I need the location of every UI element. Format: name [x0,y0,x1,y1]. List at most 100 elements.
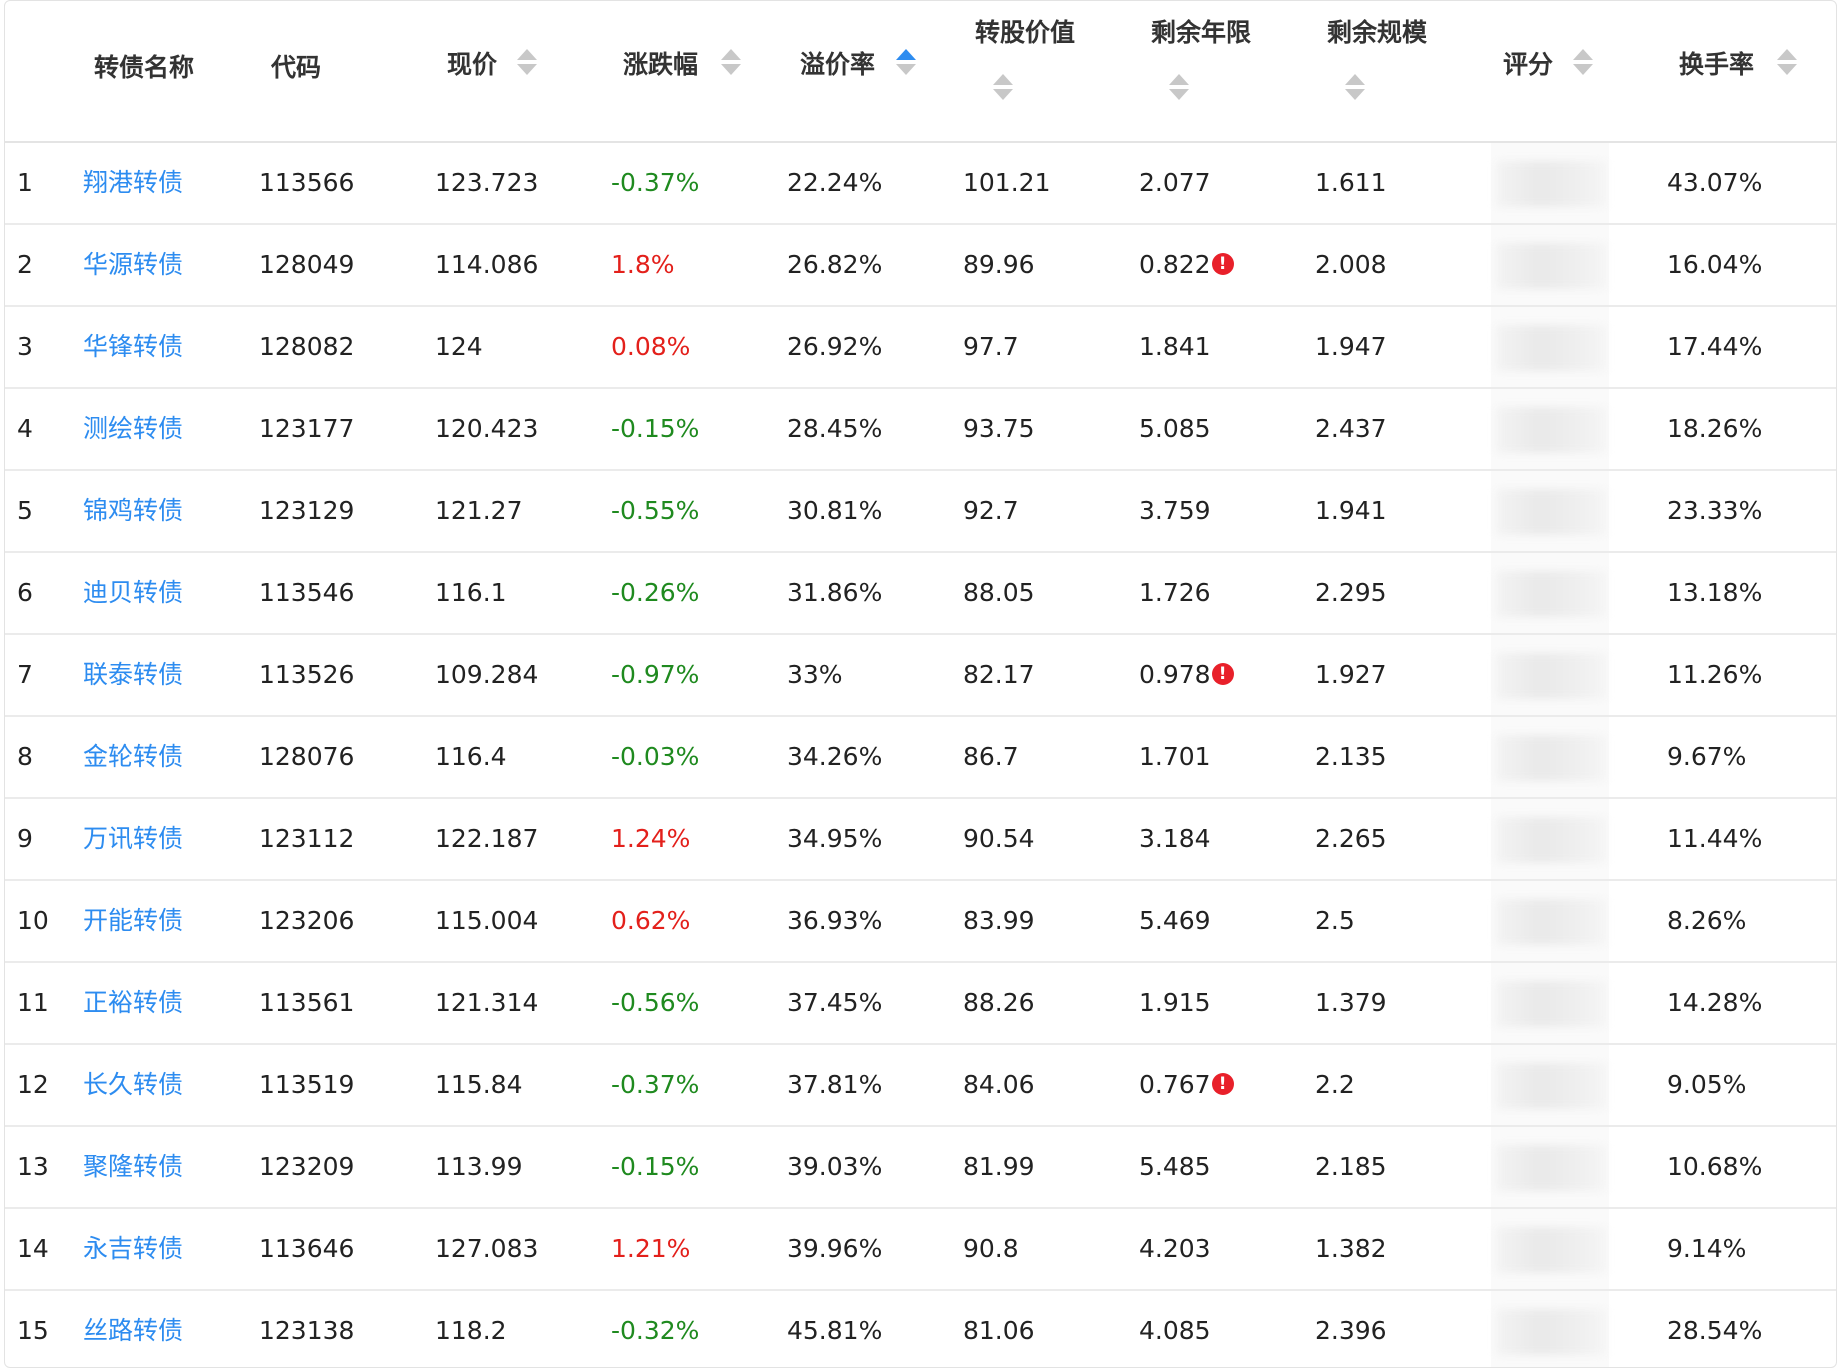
bond-turnover: 9.67% [1667,717,1746,797]
bond-name-link-text[interactable]: 聚隆转债 [83,1152,183,1181]
bond-name-link[interactable]: 开能转债 [83,881,183,961]
bond-remaining-years-text: 1.841 [1139,332,1211,361]
row-index-text: 5 [17,496,33,525]
bond-name-link[interactable]: 正裕转债 [83,963,183,1043]
score-value-blurred [1496,981,1606,1027]
bond-name-link-text[interactable]: 测绘转债 [83,414,183,443]
bond-name-link[interactable]: 长久转债 [83,1045,183,1125]
bond-name-link[interactable]: 华源转债 [83,225,183,305]
table-row[interactable]: 6 迪贝转债 113546 116.1 -0.26% 31.86% 88.05 1.726 2.… [5,553,1836,635]
table-row[interactable]: 13 聚隆转债 123209 113.99 -0.15% 39.03% 81.99 5.485… [5,1127,1836,1209]
bond-name-link[interactable]: 华锋转债 [83,307,183,387]
header-turnover[interactable]: 换手率 [1679,45,1754,81]
bond-conv-value-text: 88.05 [963,578,1035,607]
bond-premium-text: 22.24% [787,168,883,197]
bond-name-link[interactable]: 永吉转债 [83,1209,183,1289]
bond-conv-value: 81.99 [963,1127,1035,1207]
sort-remaining-size-icon[interactable] [1345,74,1365,102]
bond-name-link[interactable]: 锦鸡转债 [83,471,183,551]
bond-turnover-text: 9.14% [1667,1234,1747,1263]
bond-conv-value-text: 88.26 [963,988,1035,1017]
bond-name-link-text[interactable]: 华锋转债 [83,332,183,361]
bond-name-link-text[interactable]: 长久转债 [83,1070,183,1099]
table-row[interactable]: 9 万讯转债 123112 122.187 1.24% 34.95% 90.54 3.184 2… [5,799,1836,881]
bond-premium-text: 37.45% [787,988,883,1017]
row-index: 13 [17,1127,49,1207]
bond-name-link[interactable]: 万讯转债 [83,799,183,879]
table-row[interactable]: 8 金轮转债 128076 116.4 -0.03% 34.26% 86.7 1.701 2.1… [5,717,1836,799]
table-row[interactable]: 4 测绘转债 123177 120.423 -0.15% 28.45% 93.75 5.085… [5,389,1836,471]
bond-name-link[interactable]: 聚隆转债 [83,1127,183,1207]
bond-name-link-text[interactable]: 翔港转债 [83,168,183,197]
header-conv-value[interactable]: 转股价值 [975,13,1075,49]
sort-turnover-icon[interactable] [1777,49,1797,77]
score-value-blurred [1496,653,1606,699]
bond-price: 121.314 [435,963,538,1043]
bond-conv-value-text: 92.7 [963,496,1019,525]
bond-code-text: 123112 [259,824,355,853]
bond-name-link[interactable]: 迪贝转债 [83,553,183,633]
bond-price: 127.083 [435,1209,538,1289]
bond-remaining-size: 1.947 [1315,307,1387,387]
bond-remaining-years: 4.203 [1139,1209,1211,1289]
bond-turnover: 11.26% [1667,635,1762,715]
score-value-blurred [1496,1227,1606,1273]
header-premium[interactable]: 溢价率 [800,45,875,81]
exclamation-circle-icon[interactable]: ! [1211,253,1234,275]
table-row[interactable]: 15 丝路转债 123138 118.2 -0.32% 45.81% 81.06 4.085 2… [5,1291,1836,1367]
bond-remaining-years-text: 0.822 [1139,250,1211,279]
header-score[interactable]: 评分 [1503,45,1553,81]
bond-name-link[interactable]: 金轮转债 [83,717,183,797]
sort-change-icon[interactable] [721,49,741,77]
bond-name-link[interactable]: 联泰转债 [83,635,183,715]
bond-code-text: 123206 [259,906,355,935]
bond-remaining-years-text: 1.701 [1139,742,1211,771]
bond-name-link[interactable]: 翔港转债 [83,143,183,223]
bond-name-link-text[interactable]: 正裕转债 [83,988,183,1017]
bond-conv-value: 81.06 [963,1291,1035,1367]
table-row[interactable]: 12 长久转债 113519 115.84 -0.37% 37.81% 84.06 0.767… [5,1045,1836,1127]
bond-premium-text: 39.96% [787,1234,883,1263]
table-row[interactable]: 1 翔港转债 113566 123.723 -0.37% 22.24% 101.21 2.07… [5,143,1836,225]
bond-premium: 45.81% [787,1291,882,1367]
sort-remaining-years-icon[interactable] [1169,74,1189,102]
bond-name-link-text[interactable]: 华源转债 [83,250,183,279]
bond-remaining-years: 4.085 [1139,1291,1211,1367]
table-row[interactable]: 11 正裕转债 113561 121.314 -0.56% 37.45% 88.26 1.91… [5,963,1836,1045]
bond-name-link-text[interactable]: 永吉转债 [83,1234,183,1263]
bond-premium: 33% [787,635,843,715]
bond-name-link-text[interactable]: 金轮转债 [83,742,183,771]
bond-name-link-text[interactable]: 迪贝转债 [83,578,183,607]
header-remaining-years[interactable]: 剩余年限 [1151,13,1251,49]
table-row[interactable]: 7 联泰转债 113526 109.284 -0.97% 33% 82.17 0.978! 1.… [5,635,1836,717]
sort-conv-value-icon[interactable] [993,74,1013,102]
bond-name-link-text[interactable]: 万讯转债 [83,824,183,853]
header-remaining-size[interactable]: 剩余规模 [1327,13,1427,49]
table-row[interactable]: 10 开能转债 123206 115.004 0.62% 36.93% 83.99 5.469… [5,881,1836,963]
table-row[interactable]: 14 永吉转债 113646 127.083 1.21% 39.96% 90.8 4.203 1… [5,1209,1836,1291]
bond-premium-text: 33% [787,660,843,689]
bond-turnover: 13.18% [1667,553,1762,633]
score-value-blurred [1496,407,1606,453]
table-row[interactable]: 2 华源转债 128049 114.086 1.8% 26.82% 89.96 0.822! 2… [5,225,1836,307]
score-value-blurred [1496,1063,1606,1109]
sort-premium-icon[interactable] [896,49,916,77]
row-index: 1 [17,143,33,223]
bond-name-link-text[interactable]: 锦鸡转债 [83,496,183,525]
header-price[interactable]: 现价 [447,45,497,81]
bond-name-link-text[interactable]: 丝路转债 [83,1316,183,1345]
sort-score-icon[interactable] [1573,49,1593,77]
sort-price-icon[interactable] [517,49,537,77]
bond-conv-value: 89.96 [963,225,1035,305]
exclamation-circle-icon[interactable]: ! [1211,663,1234,685]
bond-remaining-years-text: 2.077 [1139,168,1211,197]
bond-remaining-years: 3.759 [1139,471,1211,551]
header-change[interactable]: 涨跌幅 [623,45,698,81]
table-row[interactable]: 5 锦鸡转债 123129 121.27 -0.55% 30.81% 92.7 3.759 1.… [5,471,1836,553]
exclamation-circle-icon[interactable]: ! [1211,1073,1234,1095]
bond-name-link-text[interactable]: 开能转债 [83,906,183,935]
bond-name-link[interactable]: 测绘转债 [83,389,183,469]
bond-name-link-text[interactable]: 联泰转债 [83,660,183,689]
table-row[interactable]: 3 华锋转债 128082 124 0.08% 26.92% 97.7 1.841 1.947 1… [5,307,1836,389]
bond-name-link[interactable]: 丝路转债 [83,1291,183,1367]
